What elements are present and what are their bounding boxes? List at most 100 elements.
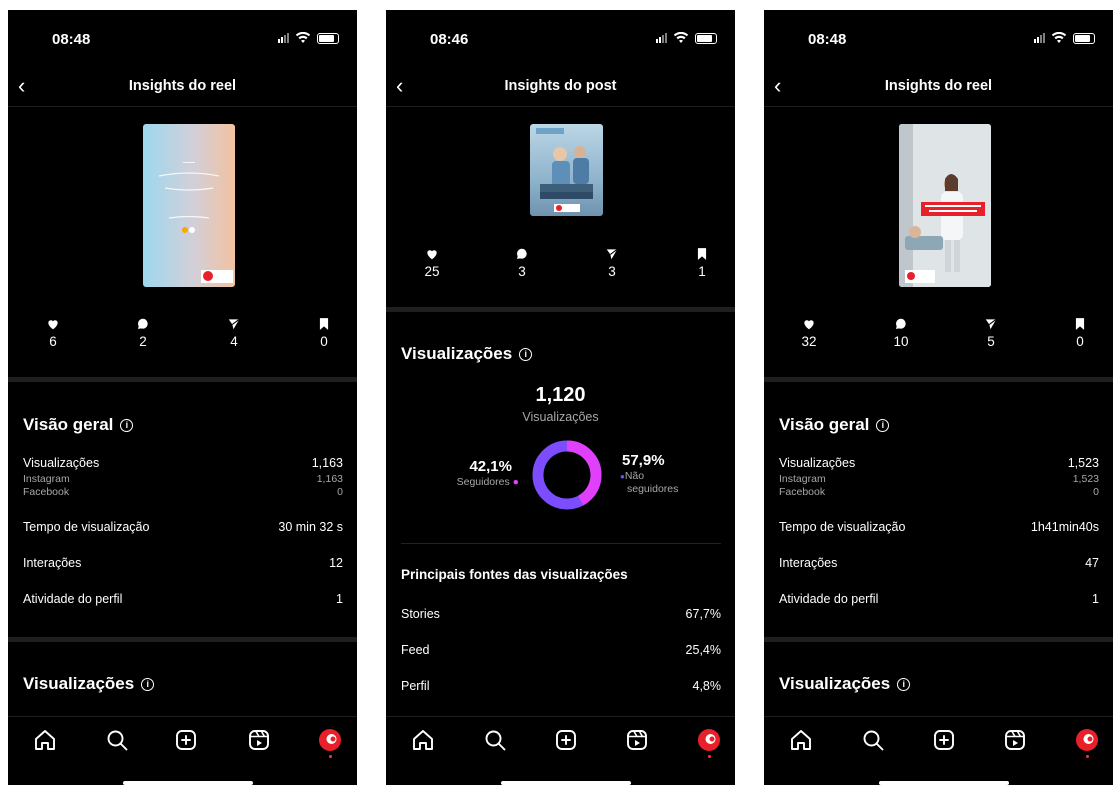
comments-count: 2 [139,334,147,349]
profile-avatar[interactable] [318,728,342,752]
signal-icon [1034,33,1045,43]
home-indicator [501,781,631,785]
info-icon[interactable]: i [876,418,890,432]
notification-dot [329,755,332,758]
overview-heading: Visão geral i [779,415,890,435]
screen-reel-insights-2: 08:48 ‹ Insights do reel 32 10 5 0 Visão… [764,10,1113,785]
facebook-label: Facebook [779,486,826,498]
likes-stat: 6 [33,317,73,349]
comments-count: 3 [518,264,526,279]
views-label: Visualizações [779,456,856,470]
followers-dot: ● [512,476,519,488]
nav-header: ‹ Insights do post [386,70,735,104]
bottom-tab-bar [8,722,357,762]
status-time: 08:46 [430,31,469,48]
battery-icon [1073,32,1095,44]
heart-icon [425,247,439,261]
non-followers-legend: ●Não seguidores [620,470,678,495]
info-icon[interactable]: i [519,347,533,361]
non-followers-percent: 57,9% [622,452,665,469]
watch-time-value: 30 min 32 s [278,520,343,534]
followers-donut-chart [532,440,602,510]
profile-avatar[interactable] [697,728,721,752]
home-icon[interactable] [789,728,813,752]
overview-heading-text: Visão geral [779,415,870,434]
instagram-row: Instagram 1,523 [779,473,1099,485]
source-value: 67,7% [685,607,721,621]
page-title: Insights do reel [884,78,993,94]
watch-time-label: Tempo de visualização [23,520,150,534]
info-icon[interactable]: i [141,677,155,691]
bookmark-icon [1073,317,1087,331]
reel-thumbnail[interactable] [143,124,235,287]
reels-icon[interactable] [625,728,649,752]
followers-label: Seguidores [456,476,510,488]
page-title: Insights do post [504,78,617,94]
screen-reel-insights-1: 08:48 ‹ Insights do reel 6 2 4 0 Visão g… [8,10,357,785]
views-heading: Visualizações i [401,344,533,364]
shares-stat: 5 [971,317,1011,349]
home-icon[interactable] [33,728,57,752]
notification-dot [1086,755,1089,758]
battery-icon [695,32,717,44]
post-artwork [536,128,593,212]
saves-stat: 0 [304,317,344,349]
nav-header: ‹ Insights do reel [8,70,357,104]
search-icon[interactable] [861,728,885,752]
search-icon[interactable] [483,728,507,752]
home-icon[interactable] [411,728,435,752]
profile-activity-label: Atividade do perfil [779,592,879,606]
facebook-row: Facebook 0 [23,486,343,498]
likes-count: 32 [801,334,817,349]
notification-dot [708,755,711,758]
wifi-icon [1051,32,1067,43]
saves-stat: 0 [1060,317,1100,349]
instagram-value: 1,523 [1072,473,1099,485]
reel-artwork [899,124,991,287]
source-value: 4,8% [692,679,722,693]
create-icon[interactable] [554,728,578,752]
heart-icon [46,317,60,331]
interactions-value: 12 [329,556,343,570]
page-title: Insights do reel [128,78,237,94]
info-icon[interactable]: i [120,418,134,432]
facebook-row: Facebook 0 [779,486,1099,498]
sources-heading: Principais fontes das visualizações [401,567,628,582]
create-icon[interactable] [174,728,198,752]
post-thumbnail[interactable] [530,124,603,216]
total-views-label: Visualizações [522,410,599,424]
bookmark-icon [695,247,709,261]
screen-post-insights: 08:46 ‹ Insights do post 25 3 3 1 Visual… [386,10,735,785]
views-heading-text: Visualizações [779,674,891,693]
profile-activity-value: 1 [336,592,343,606]
wifi-icon [673,32,689,43]
reels-icon[interactable] [1003,728,1027,752]
shares-count: 5 [987,334,995,349]
shares-count: 3 [608,264,616,279]
views-value: 1,523 [1067,456,1099,470]
reels-icon[interactable] [247,728,271,752]
overview-heading: Visão geral i [23,415,134,435]
followers-legend: Seguidores ● [457,476,519,488]
heart-icon [802,317,816,331]
interactions-label: Interações [779,556,838,570]
profile-avatar[interactable] [1075,728,1099,752]
interactions-label: Interações [23,556,82,570]
watch-time-label: Tempo de visualização [779,520,906,534]
create-icon[interactable] [932,728,956,752]
wifi-icon [295,32,311,43]
share-icon [227,317,241,331]
status-bar: 08:46 [386,10,735,62]
profile-activity-label: Atividade do perfil [23,592,123,606]
facebook-label: Facebook [23,486,70,498]
status-bar: 08:48 [764,10,1113,62]
campaign-artwork [158,162,233,283]
info-icon[interactable]: i [897,677,911,691]
status-time: 08:48 [808,31,847,48]
likes-count: 25 [424,264,440,279]
reel-thumbnail[interactable] [899,124,991,287]
views-heading: Visualizações i [23,674,155,694]
share-icon [605,247,619,261]
comments-stat: 3 [502,247,542,279]
search-icon[interactable] [105,728,129,752]
